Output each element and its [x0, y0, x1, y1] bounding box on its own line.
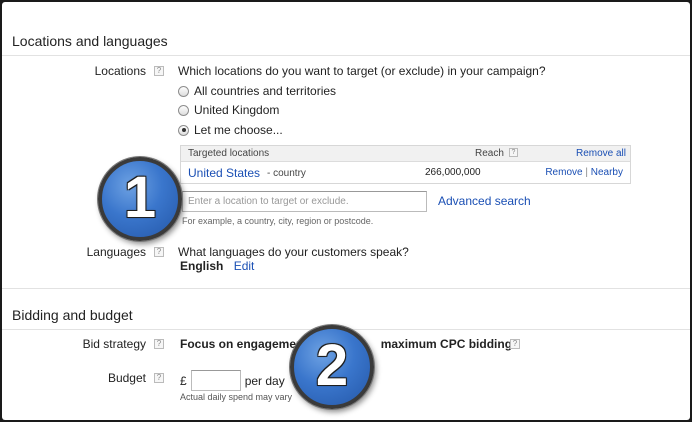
- remove-link[interactable]: Remove: [545, 167, 582, 178]
- nearby-link[interactable]: Nearby: [591, 167, 623, 178]
- radio-united-kingdom[interactable]: United Kingdom: [178, 103, 279, 117]
- reach-value: 266,000,000: [425, 167, 481, 178]
- column-header-locations: Targeted locations: [188, 148, 270, 159]
- section-divider: [2, 55, 690, 56]
- budget-row: £ per day: [180, 370, 285, 391]
- location-input-hint: For example, a country, city, region or …: [182, 216, 374, 226]
- help-icon[interactable]: ?: [154, 373, 164, 383]
- table-header: Targeted locations Reach ? Remove all: [181, 146, 630, 162]
- targeted-locations-table: Targeted locations Reach ? Remove all Un…: [180, 145, 631, 184]
- bid-strategy-label: Bid strategy: [82, 337, 146, 351]
- radio-label: All countries and territories: [194, 84, 337, 98]
- column-header-reach: Reach: [475, 148, 504, 159]
- campaign-settings-panel: Locations and languages Locations ? Whic…: [2, 2, 690, 420]
- location-type: - country: [267, 168, 306, 179]
- help-icon[interactable]: ?: [154, 247, 164, 257]
- help-icon[interactable]: ?: [154, 66, 164, 76]
- radio-label: Let me choose...: [194, 123, 283, 137]
- per-day-label: per day: [244, 373, 285, 388]
- edit-languages-link[interactable]: Edit: [234, 259, 255, 273]
- location-search-input[interactable]: [182, 191, 427, 212]
- help-icon[interactable]: ?: [510, 339, 520, 349]
- radio-button[interactable]: [178, 104, 189, 116]
- radio-let-me-choose[interactable]: Let me choose...: [178, 123, 283, 137]
- locations-question: Which locations do you want to target (o…: [178, 64, 546, 78]
- section-title-locations: Locations and languages: [12, 33, 168, 49]
- budget-note: Actual daily spend may vary: [180, 392, 293, 402]
- help-icon[interactable]: ?: [509, 148, 518, 157]
- daily-budget-input[interactable]: [190, 370, 241, 391]
- languages-question: What languages do your customers speak?: [178, 245, 409, 259]
- remove-all-link[interactable]: Remove all: [576, 148, 626, 159]
- radio-button-selected[interactable]: [178, 124, 189, 136]
- languages-value: English Edit: [180, 259, 254, 273]
- budget-label: Budget: [107, 371, 146, 385]
- action-separator: |: [585, 167, 588, 178]
- radio-button[interactable]: [178, 85, 189, 97]
- advanced-search-link[interactable]: Advanced search: [438, 194, 531, 208]
- locations-label: Locations: [94, 64, 146, 78]
- section-title-bidding: Bidding and budget: [12, 307, 133, 323]
- callout-badge-2: 2: [290, 325, 374, 409]
- radio-label: United Kingdom: [194, 103, 280, 117]
- section-divider: [2, 288, 690, 289]
- selected-language: English: [180, 259, 224, 273]
- currency-symbol: £: [180, 373, 187, 388]
- radio-all-countries[interactable]: All countries and territories: [178, 84, 336, 98]
- callout-badge-1: 1: [98, 157, 182, 241]
- location-name-link[interactable]: United States: [188, 166, 260, 180]
- table-row: United States - country 266,000,000 Remo…: [181, 162, 630, 183]
- help-icon[interactable]: ?: [154, 339, 164, 349]
- languages-label: Languages: [86, 245, 146, 259]
- row-actions: Remove | Nearby: [545, 167, 623, 178]
